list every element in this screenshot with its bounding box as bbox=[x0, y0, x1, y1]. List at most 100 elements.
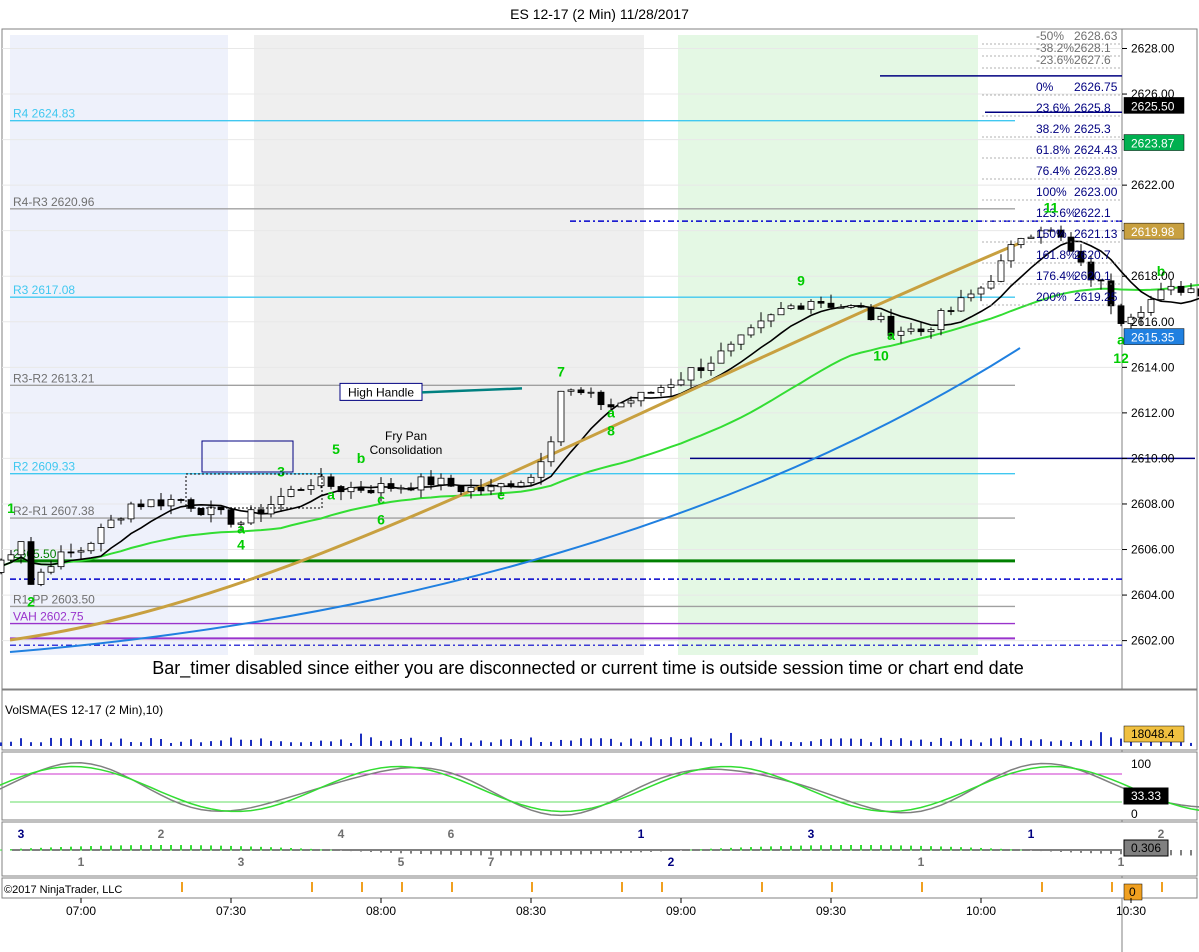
volume-bar-53 bbox=[520, 740, 522, 746]
note-text-2: Fry Pan bbox=[385, 429, 427, 443]
candle-body-81 bbox=[797, 305, 805, 310]
pivot-label-4: R2 2609.33 bbox=[13, 460, 75, 474]
momentum-bar-80 bbox=[790, 845, 792, 851]
candle-body-36 bbox=[347, 486, 355, 493]
momentum-bar-75 bbox=[740, 847, 742, 851]
wave-label-6: a bbox=[327, 486, 335, 502]
momentum-bar-77 bbox=[760, 846, 762, 851]
candle-body-37 bbox=[357, 486, 365, 491]
y-tick-label-3: 2622.00 bbox=[1131, 178, 1175, 192]
momentum-bar-3 bbox=[20, 848, 22, 851]
volume-bar-81 bbox=[800, 742, 802, 746]
stochastics-panel bbox=[1, 751, 1198, 821]
momentum-bar-87 bbox=[860, 845, 862, 851]
x-tick-label-4: 09:00 bbox=[666, 904, 696, 918]
event-marker-8 bbox=[761, 882, 763, 892]
momentum-bar-79 bbox=[780, 846, 782, 851]
chart-canvas[interactable]: R4 2624.83 R4-R3 2620.96 R3 2617.08 R3-R2 2… bbox=[0, 28, 1199, 952]
candle-body-60 bbox=[587, 391, 595, 394]
event-marker-6 bbox=[621, 882, 623, 892]
volume-bar-8 bbox=[70, 738, 72, 746]
candle-body-50 bbox=[487, 486, 495, 492]
count-label-2: 2 bbox=[158, 827, 165, 841]
momentum-bar-47 bbox=[460, 850, 462, 856]
volume-bar-115 bbox=[1140, 742, 1142, 746]
event-marker-11 bbox=[1041, 882, 1043, 892]
candle-body-26 bbox=[247, 509, 255, 524]
volume-bar-43 bbox=[420, 741, 422, 746]
pivot-label-3: R3-R2 2613.21 bbox=[13, 371, 95, 385]
candle-body-118 bbox=[1167, 285, 1175, 291]
volume-bar-32 bbox=[310, 741, 312, 746]
momentum-bar-108 bbox=[1070, 850, 1072, 853]
candle-body-58 bbox=[567, 389, 575, 392]
momentum-bar-16 bbox=[150, 845, 152, 851]
volume-bar-59 bbox=[580, 738, 582, 746]
momentum-bar-48 bbox=[470, 850, 472, 856]
momentum-bar-100 bbox=[990, 848, 992, 851]
pivot-label-2: R3 2617.08 bbox=[13, 283, 75, 297]
momentum-tag-label: 0.306 bbox=[1131, 841, 1161, 855]
wave-label-17: 11 bbox=[1044, 199, 1059, 215]
copyright-text: ©2017 NinjaTrader, LLC bbox=[4, 884, 122, 896]
volume-bar-60 bbox=[590, 738, 592, 746]
momentum-bar-54 bbox=[530, 850, 532, 856]
event-marker-2 bbox=[361, 882, 363, 892]
candle-body-30 bbox=[287, 489, 295, 497]
momentum-bar-45 bbox=[440, 850, 442, 855]
fib-label-7: 76.4% bbox=[1036, 164, 1070, 178]
momentum-bar-2 bbox=[10, 849, 12, 851]
candle-body-32 bbox=[307, 485, 315, 490]
momentum-bar-31 bbox=[300, 848, 302, 851]
wave-label-19: 12 bbox=[1113, 350, 1129, 366]
momentum-bar-72 bbox=[710, 848, 712, 851]
candle-body-10 bbox=[87, 542, 95, 552]
fib-value-3: 2626.75 bbox=[1074, 80, 1118, 94]
volume-bar-75 bbox=[740, 739, 742, 746]
momentum-bar-93 bbox=[920, 845, 922, 851]
fib-label-5: 38.2% bbox=[1036, 122, 1070, 136]
count-label-5: 5 bbox=[398, 855, 405, 869]
momentum-bar-18 bbox=[170, 845, 172, 851]
event-tag-label: 0 bbox=[1129, 885, 1136, 899]
candle-body-15 bbox=[137, 503, 145, 508]
volume-bar-83 bbox=[820, 739, 822, 746]
momentum-bar-17 bbox=[160, 845, 162, 851]
momentum-bar-12 bbox=[110, 845, 112, 851]
momentum-bar-70 bbox=[690, 849, 692, 851]
volume-bar-9 bbox=[80, 740, 82, 746]
candle-body-24 bbox=[227, 509, 235, 525]
fib-value-7: 2623.89 bbox=[1074, 164, 1118, 178]
volume-bar-2 bbox=[10, 741, 12, 746]
candle-body-41 bbox=[397, 487, 405, 490]
pivot-label-5: R2-R1 2607.38 bbox=[13, 504, 95, 518]
volume-bar-19 bbox=[180, 741, 182, 746]
candle-body-1 bbox=[0, 559, 5, 573]
volume-bar-41 bbox=[400, 739, 402, 746]
volume-bar-12 bbox=[110, 742, 112, 746]
candle-body-27 bbox=[257, 509, 265, 515]
y-tick-label-5: 2618.00 bbox=[1131, 269, 1175, 283]
volume-bar-65 bbox=[640, 741, 642, 746]
momentum-bar-43 bbox=[420, 850, 422, 854]
candle-body-80 bbox=[787, 305, 795, 309]
volume-bar-14 bbox=[130, 742, 132, 746]
fib-value-2: 2627.6 bbox=[1074, 53, 1111, 67]
volume-bar-118 bbox=[1170, 741, 1172, 746]
momentum-bar-103 bbox=[1020, 849, 1022, 851]
momentum-bar-37 bbox=[360, 850, 362, 852]
wave-label-7: b bbox=[357, 450, 366, 466]
y-tick-label-7: 2614.00 bbox=[1131, 360, 1175, 374]
y-tick-label-13: 2602.00 bbox=[1131, 634, 1175, 648]
x-tick-label-2: 08:00 bbox=[366, 904, 396, 918]
volume-bar-45 bbox=[440, 737, 442, 746]
momentum-bar-118 bbox=[1170, 850, 1172, 856]
momentum-bar-46 bbox=[450, 850, 452, 855]
momentum-bar-66 bbox=[650, 850, 652, 852]
momentum-bar-14 bbox=[130, 845, 132, 851]
wave-label-12: a bbox=[607, 404, 615, 420]
momentum-bar-19 bbox=[180, 845, 182, 851]
event-marker-3 bbox=[401, 882, 403, 892]
count-label-13: 1 bbox=[1118, 855, 1125, 869]
candle-body-64 bbox=[627, 400, 635, 404]
